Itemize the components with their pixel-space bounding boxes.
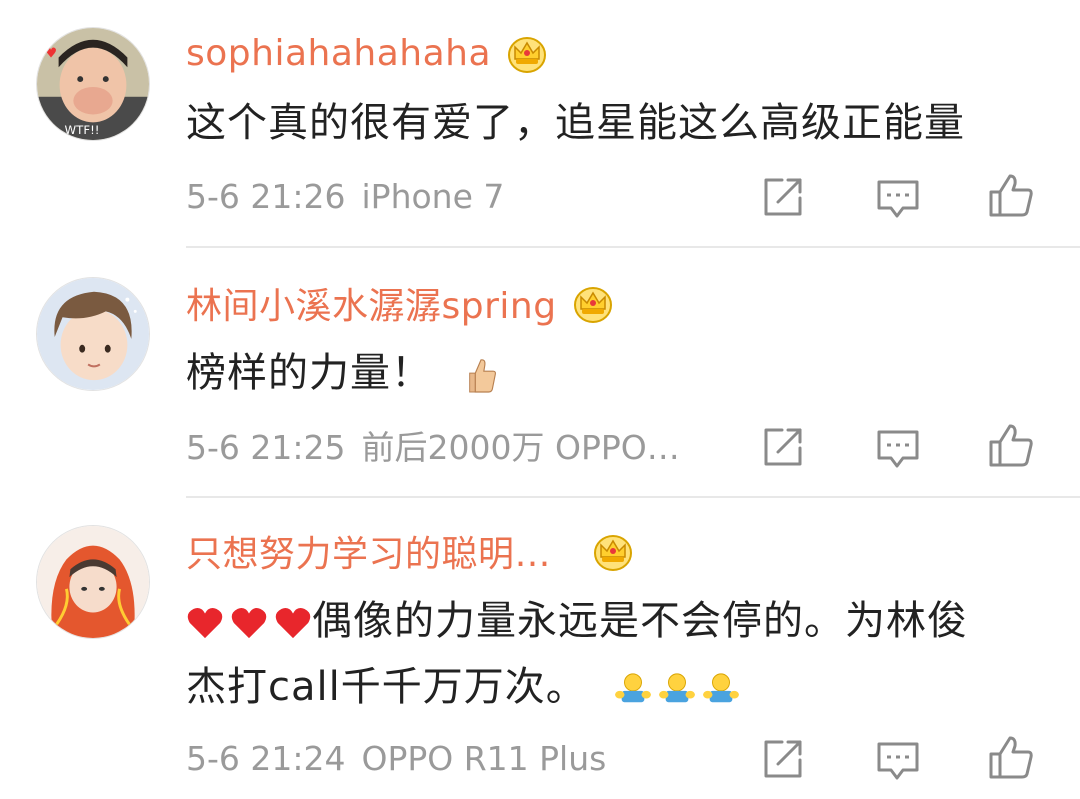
comment-meta: 5-6 21:24 OPPO R11 Plus [186, 734, 606, 784]
hug-emoji-icon [658, 672, 696, 706]
username[interactable]: 林间小溪水潺潺spring [186, 277, 557, 329]
comment-text: 偶像的力量永远是不会停的。为林俊 杰打call千千万万次。 [186, 588, 1056, 720]
hug-emoji-icon [702, 672, 740, 706]
thumbs-up-icon[interactable] [988, 422, 1034, 468]
avatar[interactable] [36, 277, 150, 391]
comment-text-line: 偶像的力量永远是不会停的。为林俊 [312, 598, 968, 644]
comment-text: 这个真的很有爱了，追星能这么高级正能量 [186, 100, 965, 146]
timestamp: 5-6 21:26 [186, 177, 346, 216]
thumbs-up-icon[interactable] [988, 734, 1034, 780]
comment-icon[interactable] [875, 738, 921, 784]
comment-text-line: 杰打call千千万万次。 [186, 664, 587, 710]
thumbs-up-icon[interactable] [988, 172, 1034, 218]
comment-meta: 5-6 21:25 前后2000万 OPPO… [186, 423, 680, 473]
crown-icon [505, 31, 549, 75]
crown-icon [571, 281, 615, 325]
timestamp: 5-6 21:25 [186, 428, 346, 467]
repost-icon[interactable] [760, 736, 806, 782]
svg-text:WTF!!: WTF!! [65, 123, 100, 137]
svg-text:♥: ♥ [45, 45, 57, 61]
device-label: 前后2000万 OPPO… [361, 428, 680, 467]
comment-item: 林间小溪水潺潺spring 榜样的力量！ 5-6 21:25 前后2000万 OP… [0, 248, 1080, 496]
username[interactable]: sophiahahahaha [186, 33, 491, 74]
heart-icon [230, 606, 268, 640]
username[interactable]: 只想努力学习的聪明… [186, 525, 551, 577]
comment-icon[interactable] [875, 176, 921, 222]
comment-text-content: 榜样的力量！ [186, 350, 432, 396]
device-label: iPhone 7 [361, 177, 505, 216]
comment-icon[interactable] [875, 426, 921, 472]
thumbs-up-emoji-icon [464, 356, 498, 394]
heart-icon [186, 606, 224, 640]
comment-item: ♥ WTF!! sophiahahahaha 这个真的很有爱了，追星能这么高级正… [0, 0, 1080, 246]
repost-icon[interactable] [760, 424, 806, 470]
hug-emoji-icon [614, 672, 652, 706]
avatar[interactable] [36, 525, 150, 639]
heart-icon [274, 606, 312, 640]
crown-icon [591, 529, 635, 573]
avatar[interactable]: ♥ WTF!! [36, 27, 150, 141]
repost-icon[interactable] [760, 174, 806, 220]
device-label: OPPO R11 Plus [361, 739, 607, 778]
comment-item: 只想努力学习的聪明… 偶像的力量永远是不会停的。为林俊 杰打call千千万万次。… [0, 498, 1080, 799]
comment-text: 榜样的力量！ [186, 340, 1056, 406]
timestamp: 5-6 21:24 [186, 739, 346, 778]
comment-meta: 5-6 21:26 iPhone 7 [186, 172, 504, 222]
